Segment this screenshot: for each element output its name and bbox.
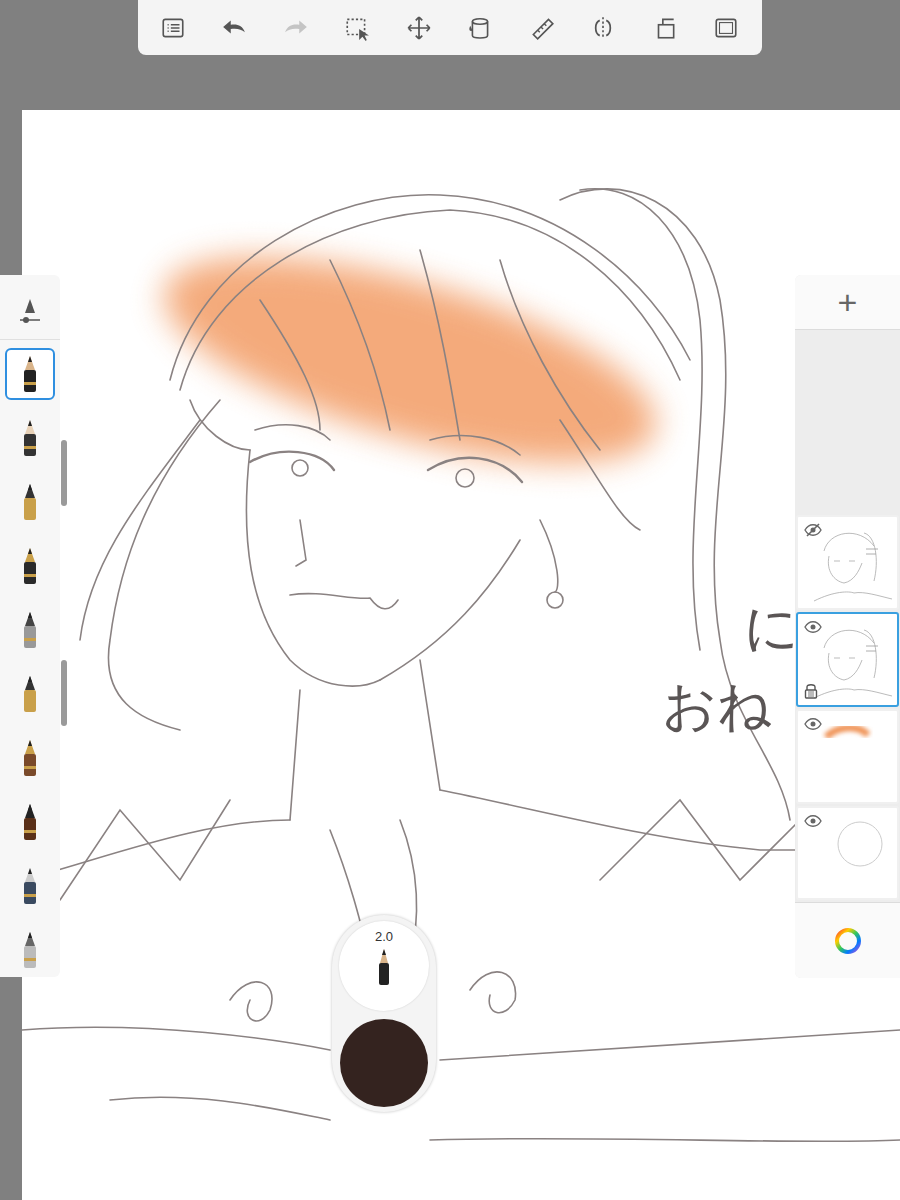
selection-icon (344, 15, 370, 41)
lock-icon (804, 683, 818, 699)
canvas-text: に (744, 600, 799, 654)
brush-icon (20, 418, 40, 458)
toolbar-button[interactable] (696, 0, 758, 55)
brush-icon (20, 866, 40, 906)
move-icon (406, 15, 432, 41)
brush-item[interactable] (5, 732, 55, 784)
pencil-icon (376, 947, 392, 987)
layer-empty-space (795, 330, 900, 515)
brush-icon (20, 738, 40, 778)
brush-item[interactable] (5, 796, 55, 848)
layer-lock[interactable] (804, 683, 818, 699)
toolbar-button[interactable] (142, 0, 204, 55)
list-icon (160, 15, 186, 41)
redo-icon (283, 15, 309, 41)
brush-list (5, 340, 55, 976)
brush-item[interactable] (5, 348, 55, 400)
layer-item[interactable] (796, 806, 899, 901)
brush-icon (20, 546, 40, 586)
pencil-icon (376, 947, 392, 987)
visibility-toggle[interactable] (804, 717, 822, 731)
toolbar-button[interactable] (573, 0, 635, 55)
brush-puck[interactable]: 2.0 (332, 915, 436, 1112)
layer-item[interactable] (796, 515, 899, 610)
visibility-toggle[interactable] (804, 814, 822, 828)
toolbar-button[interactable] (634, 0, 696, 55)
brush-item[interactable] (5, 668, 55, 720)
brush-icon (20, 930, 40, 970)
toolbar-button[interactable] (327, 0, 389, 55)
brush-item[interactable] (5, 604, 55, 656)
top-toolbar (138, 0, 762, 55)
brush-icon (20, 802, 40, 842)
brush-item[interactable] (5, 540, 55, 592)
color-picker-button[interactable] (795, 902, 900, 978)
layer-clip-icon (652, 15, 678, 41)
eye-hidden-icon (804, 523, 822, 537)
brush-item[interactable] (5, 924, 55, 976)
ruler-icon (529, 15, 555, 41)
canvas-text: おね (662, 678, 772, 732)
brush-properties-icon (18, 297, 42, 327)
drawing-canvas[interactable]: におね (22, 110, 900, 1200)
brush-icon (20, 674, 40, 714)
palette-scroll-handle[interactable] (61, 440, 67, 506)
sketch-artwork (22, 110, 900, 1200)
toolbar-button[interactable] (511, 0, 573, 55)
frame-icon (713, 15, 739, 41)
eye-icon (804, 717, 822, 731)
fill-bucket-icon (467, 15, 493, 41)
brush-properties-button[interactable] (0, 285, 60, 340)
eye-icon (804, 814, 822, 828)
undo-icon (221, 15, 247, 41)
brush-icon (20, 354, 40, 394)
visibility-toggle[interactable] (804, 523, 822, 537)
toolbar-button[interactable] (204, 0, 266, 55)
toolbar-button[interactable] (388, 0, 450, 55)
brush-icon (20, 610, 40, 650)
symmetry-icon (590, 15, 616, 41)
toolbar-button[interactable] (265, 0, 327, 55)
brush-color-swatch[interactable] (340, 1019, 428, 1107)
brush-size-control[interactable]: 2.0 (339, 921, 429, 1011)
layer-panel: + (795, 275, 900, 978)
brush-item[interactable] (5, 412, 55, 464)
brush-item[interactable] (5, 860, 55, 912)
palette-scroll-handle[interactable] (61, 660, 67, 726)
layer-item[interactable] (796, 612, 899, 707)
brush-palette (0, 275, 60, 977)
layer-item[interactable] (796, 709, 899, 804)
brush-item[interactable] (5, 476, 55, 528)
eye-icon (804, 620, 822, 634)
visibility-toggle[interactable] (804, 620, 822, 634)
color-wheel-icon (834, 927, 862, 955)
toolbar-button[interactable] (450, 0, 512, 55)
add-layer-button[interactable]: + (795, 275, 900, 330)
brush-size: 2.0 (375, 929, 393, 945)
brush-icon (20, 482, 40, 522)
